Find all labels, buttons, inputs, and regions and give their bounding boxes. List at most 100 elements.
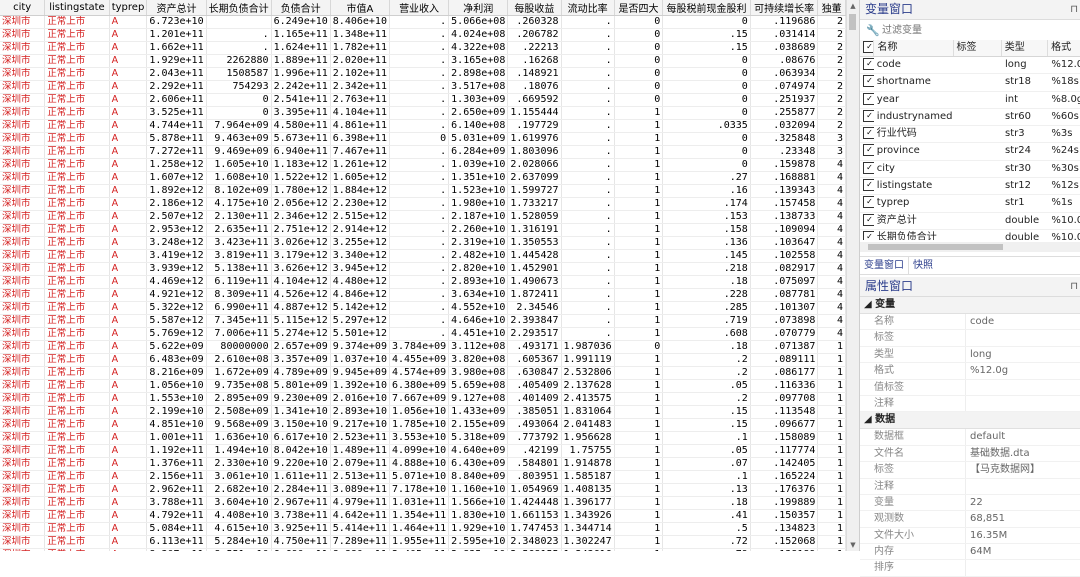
table-cell[interactable]: 4.455e+09 (389, 353, 450, 367)
table-cell[interactable]: 2.898e+08 (448, 67, 509, 81)
column-header[interactable]: 独董 (817, 0, 846, 16)
table-cell[interactable]: .158 (662, 223, 751, 237)
table-cell[interactable]: 7.272e+11 (146, 145, 207, 159)
table-cell[interactable]: 深圳市 (0, 67, 46, 81)
table-cell[interactable]: 3.634e+10 (448, 288, 509, 302)
table-cell[interactable]: 深圳市 (0, 483, 46, 497)
table-cell[interactable]: 6.398e+11 (330, 132, 390, 146)
table-cell[interactable]: 1.929e+10 (448, 522, 509, 536)
table-cell[interactable]: A (109, 535, 148, 549)
table-cell[interactable]: 4.175e+10 (206, 197, 272, 211)
table-cell[interactable]: 正常上市 (44, 106, 110, 120)
table-row[interactable]: 深圳市 正常上市 A 6.723e+10 6.249e+10 8.406e+10. 5.06… (0, 15, 846, 29)
table-cell[interactable]: .157458 (750, 197, 819, 211)
table-cell[interactable]: . (561, 210, 615, 224)
variable-row[interactable]: ✓长期负债合计 double %10.0g (860, 230, 1080, 240)
table-cell[interactable]: . (561, 288, 615, 302)
table-cell[interactable]: 1 (614, 444, 664, 458)
table-cell[interactable]: . (389, 171, 450, 185)
table-cell[interactable]: 4.646e+10 (448, 314, 509, 328)
table-cell[interactable]: .032094 (750, 119, 819, 133)
column-header[interactable]: listingstate (44, 0, 110, 16)
table-cell[interactable]: 4.861e+11 (330, 119, 390, 133)
table-cell[interactable]: 2.293517 (507, 327, 562, 341)
table-cell[interactable]: 深圳市 (0, 405, 46, 419)
table-cell[interactable]: .23348 (750, 145, 819, 159)
table-cell[interactable]: 正常上市 (44, 405, 110, 419)
table-cell[interactable]: . (561, 158, 615, 172)
table-cell[interactable]: A (109, 457, 148, 471)
table-cell[interactable]: 1.183e+12 (271, 158, 331, 172)
table-cell[interactable]: 2.763e+11 (330, 93, 390, 107)
variable-row[interactable]: ✓ 行业代码 str3 %3s (860, 126, 1080, 144)
table-cell[interactable]: 1.396177 (561, 496, 615, 510)
table-cell[interactable]: A (109, 197, 148, 211)
property-value[interactable] (966, 560, 1080, 575)
table-cell[interactable]: 2.028066 (507, 158, 562, 172)
table-row[interactable]: 深圳市 正常上市 A 5.622e+09 80000000 2.657e+09 9.374e… (0, 340, 846, 354)
table-cell[interactable]: 3.517e+08 (448, 80, 509, 94)
table-cell[interactable]: . (389, 197, 450, 211)
table-cell[interactable]: 6.430e+09 (448, 457, 509, 471)
table-cell[interactable]: 深圳市 (0, 132, 46, 146)
table-cell[interactable]: 2.155e+09 (448, 418, 509, 432)
table-cell[interactable]: 1.056e+10 (146, 379, 207, 393)
table-cell[interactable]: .608 (662, 327, 751, 341)
table-cell[interactable]: . (561, 106, 615, 120)
table-cell[interactable]: .18 (662, 496, 751, 510)
property-row[interactable]: 标签 (860, 330, 1080, 347)
table-cell[interactable]: .42199 (507, 444, 562, 458)
table-cell[interactable]: 3.112e+08 (448, 340, 509, 354)
table-cell[interactable]: .101307 (750, 301, 819, 315)
table-cell[interactable]: 深圳市 (0, 522, 46, 536)
table-cell[interactable]: 4.642e+11 (330, 509, 390, 523)
table-cell[interactable]: 1.376e+11 (146, 457, 207, 471)
table-cell[interactable]: 5.138e+11 (206, 262, 272, 276)
property-value[interactable]: 【马克数据网】 (966, 462, 1080, 477)
table-cell[interactable]: 3.980e+08 (448, 366, 509, 380)
scrollbar-thumb[interactable] (868, 244, 1003, 250)
property-value[interactable] (966, 396, 1080, 411)
table-cell[interactable]: 正常上市 (44, 340, 110, 354)
table-cell[interactable]: 深圳市 (0, 41, 46, 55)
table-cell[interactable]: . (206, 28, 272, 42)
table-cell[interactable]: 1.782e+11 (330, 41, 390, 55)
table-cell[interactable]: 1 (614, 379, 664, 393)
table-cell[interactable]: 2.079e+11 (330, 457, 390, 471)
table-cell[interactable]: . (561, 93, 615, 107)
table-cell[interactable]: 1.302247 (561, 535, 615, 549)
table-cell[interactable]: 2.650e+09 (448, 106, 509, 120)
property-value[interactable] (966, 479, 1080, 494)
table-cell[interactable]: 深圳市 (0, 15, 46, 29)
table-cell[interactable]: 1.733217 (507, 197, 562, 211)
table-cell[interactable]: 0 (614, 15, 664, 29)
table-cell[interactable]: 深圳市 (0, 275, 46, 289)
pin-icon[interactable]: ⊓ (1070, 277, 1078, 296)
table-cell[interactable]: .2 (662, 366, 751, 380)
table-cell[interactable]: 1 (614, 431, 664, 445)
table-cell[interactable]: 4.574e+09 (389, 366, 450, 380)
table-row[interactable]: 深圳市 正常上市 A 5.084e+11 4.615e+10 3.925e+11 5.414… (0, 522, 846, 536)
table-cell[interactable]: 9.469e+09 (206, 145, 272, 159)
table-cell[interactable]: 1.037e+10 (330, 353, 390, 367)
table-cell[interactable]: 正常上市 (44, 392, 110, 406)
table-cell[interactable]: .074974 (750, 80, 819, 94)
table-row[interactable]: 深圳市 正常上市 A 6.483e+09 2.610e+08 3.357e+09 1.037… (0, 353, 846, 367)
table-cell[interactable]: 5.274e+12 (271, 327, 331, 341)
table-cell[interactable]: 正常上市 (44, 509, 110, 523)
table-cell[interactable]: 1.553e+10 (146, 392, 207, 406)
table-cell[interactable]: 2.056e+12 (271, 197, 331, 211)
table-cell[interactable]: 1.522e+12 (271, 171, 331, 185)
table-cell[interactable]: 1 (614, 392, 664, 406)
table-cell[interactable]: .158089 (750, 431, 819, 445)
table-cell[interactable]: 2 (817, 28, 846, 42)
table-cell[interactable]: .385051 (507, 405, 562, 419)
table-row[interactable]: 深圳市 正常上市 A 2.043e+11 1508587 1.996e+11 2.102e+… (0, 67, 846, 81)
table-row[interactable]: 深圳市 正常上市 A 3.939e+12 5.138e+11 3.626e+12 3.945… (0, 262, 846, 276)
table-cell[interactable]: 5.031e+09 (448, 132, 509, 146)
checkbox-icon[interactable]: ✓ (863, 230, 874, 240)
table-cell[interactable]: 1.831064 (561, 405, 615, 419)
table-cell[interactable]: 3.150e+10 (271, 418, 331, 432)
table-cell[interactable]: 正常上市 (44, 210, 110, 224)
table-cell[interactable]: 深圳市 (0, 392, 46, 406)
